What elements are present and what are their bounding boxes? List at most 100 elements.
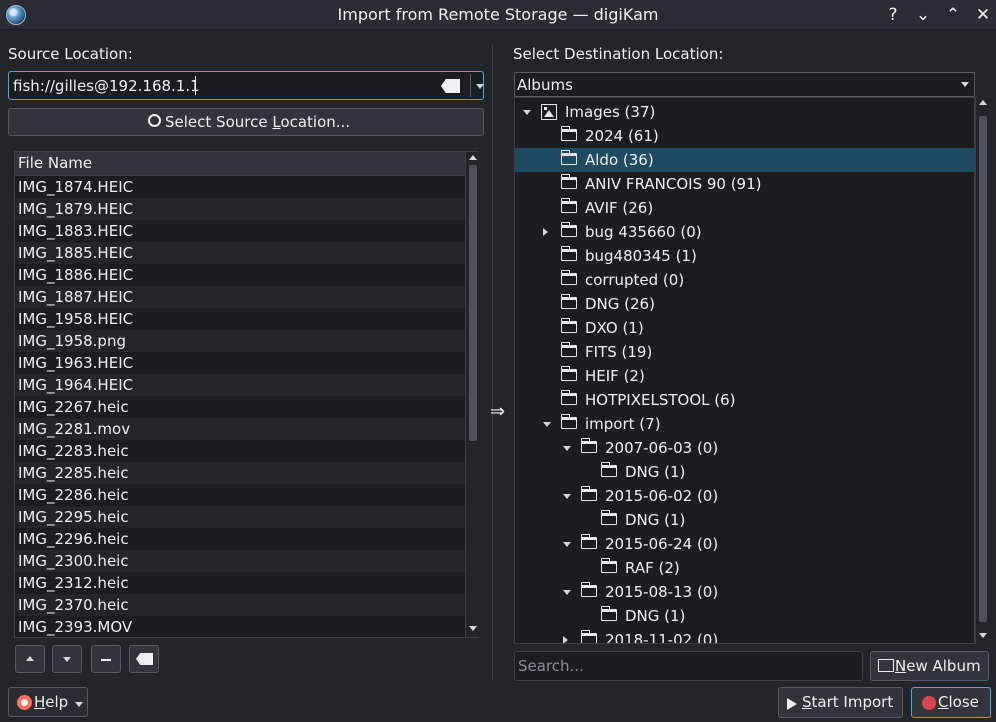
album-tree-row[interactable]: 2007-06-03 (0) [515,436,974,460]
close-label: Close [938,693,979,711]
file-row[interactable]: IMG_2281.mov [15,418,465,440]
expanded-chevron-icon[interactable] [563,542,571,547]
album-tree-row[interactable]: DNG (26) [515,292,974,316]
album-tree-row[interactable]: Images (37) [515,100,974,124]
source-file-list[interactable]: IMG_1874.HEIC IMG_1879.HEIC IMG_1883.HEIC I… [15,176,465,637]
album-tree-row[interactable]: ANIV FRANCOIS 90 (91) [515,172,974,196]
collapsed-chevron-icon[interactable] [563,636,568,643]
scroll-down-icon[interactable] [979,633,987,638]
expanded-chevron-icon[interactable] [563,446,571,451]
file-row[interactable]: IMG_1963.HEIC [15,352,465,374]
maximize-button[interactable]: ⌃ [941,3,965,27]
chevron-down-icon[interactable] [476,84,484,89]
select-source-location-button[interactable]: Select Source Location... [8,108,484,136]
file-row[interactable]: IMG_2296.heic [15,528,465,550]
start-import-button[interactable]: Start Import [778,687,903,718]
file-row[interactable]: IMG_1874.HEIC [15,176,465,198]
scroll-down-icon[interactable] [469,626,477,631]
album-tree-row[interactable]: DNG (1) [515,508,974,532]
album-tree-scroll-thumb[interactable] [979,116,987,622]
folder-icon [560,414,577,429]
file-row[interactable]: IMG_1958.HEIC [15,308,465,330]
album-name: DNG (26) [585,295,655,313]
file-row[interactable]: IMG_2370.heic [15,594,465,616]
expanded-chevron-icon[interactable] [523,110,531,115]
file-row[interactable]: IMG_1886.HEIC [15,264,465,286]
album-tree-row[interactable]: HOTPIXELSTOOL (6) [515,388,974,412]
file-row[interactable]: IMG_2285.heic [15,462,465,484]
album-tree-row[interactable]: AVIF (26) [515,196,974,220]
album-name: 2015-08-13 (0) [605,583,719,601]
album-tree-row[interactable]: 2015-06-24 (0) [515,532,974,556]
file-row[interactable]: IMG_1883.HEIC [15,220,465,242]
chevron-down-icon[interactable] [961,82,969,87]
source-url-text[interactable]: fish://gilles@192.168.1.1 [13,77,200,95]
album-tree-row[interactable]: HEIF (2) [515,364,974,388]
file-row[interactable]: IMG_1958.png [15,330,465,352]
album-tree-row[interactable]: RAF (2) [515,556,974,580]
new-album-button[interactable]: New Album [870,651,989,681]
album-tree-row[interactable]: Aldo (36) [515,148,974,172]
file-row[interactable]: IMG_1879.HEIC [15,198,465,220]
file-name: IMG_1963.HEIC [18,354,134,372]
album-tree-row[interactable]: FITS (19) [515,340,974,364]
folder-icon [560,222,577,237]
collapsed-chevron-icon[interactable] [543,228,548,236]
album-name: DNG (1) [625,511,686,529]
remove-item-button[interactable] [91,645,121,673]
scroll-up-icon[interactable] [979,100,987,105]
file-name: IMG_1958.png [18,332,126,350]
expanded-chevron-icon[interactable] [563,494,571,499]
source-location-combobox[interactable]: fish://gilles@192.168.1.1 [8,71,484,100]
expanded-chevron-icon[interactable] [543,422,551,427]
album-name: 2024 (61) [585,127,659,145]
folder-icon [580,582,597,597]
file-list-scroll-thumb[interactable] [469,165,477,441]
clear-list-button[interactable] [129,645,159,673]
scroll-up-icon[interactable] [469,155,477,160]
album-tree-row[interactable]: 2015-06-02 (0) [515,484,974,508]
clear-text-icon[interactable] [441,79,460,93]
album-name: 2015-06-02 (0) [605,487,719,505]
album-tree-row[interactable]: DNG (1) [515,460,974,484]
file-name-column-header[interactable]: File Name [15,152,465,176]
close-icon [922,696,936,710]
album-name: bug480345 (1) [585,247,697,265]
album-search-input[interactable] [514,651,863,681]
album-tree-row[interactable]: import (7) [515,412,974,436]
destination-album-tree[interactable]: Images (37) 2024 (61) Aldo (36) ANIV FRANCO… [514,97,975,644]
file-row[interactable]: IMG_2295.heic [15,506,465,528]
album-tree-row[interactable]: DNG (1) [515,604,974,628]
start-import-label: Start Import [802,693,894,711]
album-source-combobox[interactable]: Albums [514,72,975,97]
window-titlebar: Import from Remote Storage — digiKam ? ⌄… [0,0,996,30]
file-row[interactable]: IMG_2300.heic [15,550,465,572]
file-row[interactable]: IMG_1964.HEIC [15,374,465,396]
help-context-button[interactable]: ? [881,3,905,27]
move-down-button[interactable] [52,645,82,673]
album-tree-row[interactable]: corrupted (0) [515,268,974,292]
file-row[interactable]: IMG_2283.heic [15,440,465,462]
album-tree-row[interactable]: DXO (1) [515,316,974,340]
file-list-scrollbar[interactable] [465,152,479,637]
album-name: AVIF (26) [585,199,654,217]
file-row[interactable]: IMG_2267.heic [15,396,465,418]
file-row[interactable]: IMG_1885.HEIC [15,242,465,264]
file-row[interactable]: IMG_1887.HEIC [15,286,465,308]
minimize-button[interactable]: ⌄ [911,3,935,27]
album-tree-scrollbar[interactable] [975,97,989,644]
album-tree-row[interactable]: 2018-11-02 (0) [515,628,974,643]
file-row[interactable]: IMG_2312.heic [15,572,465,594]
album-tree-row[interactable]: 2015-08-13 (0) [515,580,974,604]
album-tree-row[interactable]: bug 435660 (0) [515,220,974,244]
pane-divider[interactable] [492,44,493,679]
file-row[interactable]: IMG_2286.heic [15,484,465,506]
help-button[interactable]: Help [8,687,88,717]
expanded-chevron-icon[interactable] [563,590,571,595]
close-button[interactable]: Close [911,687,991,718]
album-tree-row[interactable]: bug480345 (1) [515,244,974,268]
album-tree-row[interactable]: 2024 (61) [515,124,974,148]
move-up-button[interactable] [15,645,45,673]
close-window-button[interactable]: ✕ [971,3,995,27]
file-row[interactable]: IMG_2393.MOV [15,616,465,637]
